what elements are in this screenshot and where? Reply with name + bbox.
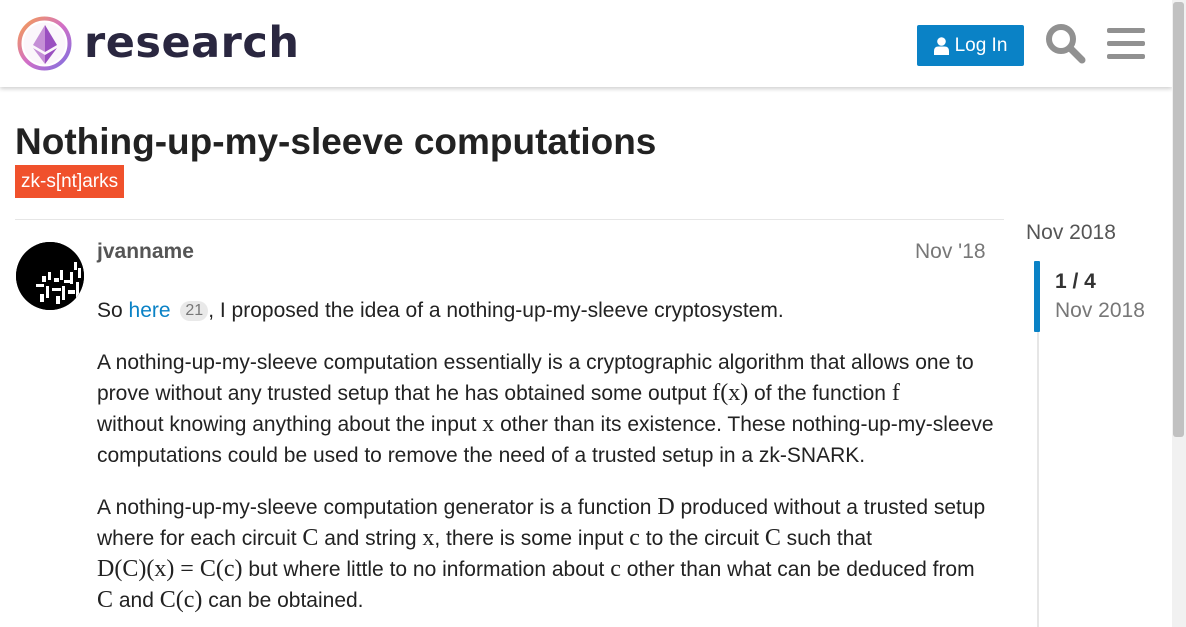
- scrollbar-thumb[interactable]: [1173, 2, 1184, 437]
- text: but where little to no information about: [242, 558, 611, 581]
- site-header: research Log In: [0, 0, 1172, 87]
- hamburger-menu-icon[interactable]: [1107, 26, 1145, 60]
- math: C: [764, 525, 781, 551]
- text: to the circuit: [639, 527, 765, 550]
- math: x: [422, 525, 435, 551]
- text: A nothing-up-my-sleeve computation gener…: [97, 496, 658, 519]
- avatar-image: [16, 242, 84, 310]
- divider: [15, 219, 1004, 220]
- post-link[interactable]: here: [129, 299, 171, 322]
- math: D: [657, 494, 675, 520]
- text: and: [113, 589, 160, 612]
- text: other than what can be deduced from: [620, 558, 975, 581]
- math: C: [97, 587, 114, 613]
- text: without knowing anything about the input: [97, 413, 483, 436]
- post-author[interactable]: jvanname: [97, 239, 194, 265]
- user-icon: [933, 36, 949, 55]
- math: D(C)(x) = C(c): [97, 556, 243, 582]
- timeline-start-date[interactable]: Nov 2018: [1026, 219, 1116, 247]
- text: such that: [780, 527, 872, 550]
- post-body: So here 21, I proposed the idea of a not…: [97, 295, 997, 627]
- text: , there is some input: [434, 527, 630, 550]
- logo-text: research: [84, 18, 300, 68]
- text: So: [97, 299, 129, 322]
- text: can be obtained.: [202, 589, 364, 612]
- site-logo[interactable]: research: [16, 15, 299, 72]
- post-date[interactable]: Nov '18: [915, 239, 986, 265]
- avatar[interactable]: [16, 242, 84, 310]
- login-button[interactable]: Log In: [917, 25, 1024, 66]
- timeline-handle[interactable]: [1034, 261, 1040, 332]
- math: C: [302, 525, 319, 551]
- login-label: Log In: [954, 34, 1008, 56]
- math: x: [482, 411, 495, 437]
- timeline-current-date: Nov 2018: [1055, 299, 1145, 322]
- post-paragraph: A nothing-up-my-sleeve computation essen…: [97, 347, 997, 471]
- math: f(x): [712, 380, 749, 406]
- text: and string: [318, 527, 423, 550]
- post-paragraph: A nothing-up-my-sleeve computation gener…: [97, 492, 997, 616]
- math: c: [610, 556, 621, 582]
- text: , I proposed the idea of a nothing-up-my…: [208, 299, 784, 322]
- search-icon[interactable]: [1044, 22, 1086, 64]
- math: f: [891, 380, 900, 406]
- post-paragraph: So here 21, I proposed the idea of a not…: [97, 295, 997, 326]
- tag-zk-snarks[interactable]: zk-s[nt]arks: [15, 165, 125, 198]
- link-click-count: 21: [180, 301, 209, 321]
- topic-title[interactable]: Nothing-up-my-sleeve computations: [15, 121, 656, 163]
- math: C(c): [159, 587, 203, 613]
- ethereum-logo-icon: [17, 16, 72, 71]
- timeline-position[interactable]: 1 / 4: [1055, 268, 1096, 296]
- text: of the function: [748, 382, 892, 405]
- math: c: [629, 525, 640, 551]
